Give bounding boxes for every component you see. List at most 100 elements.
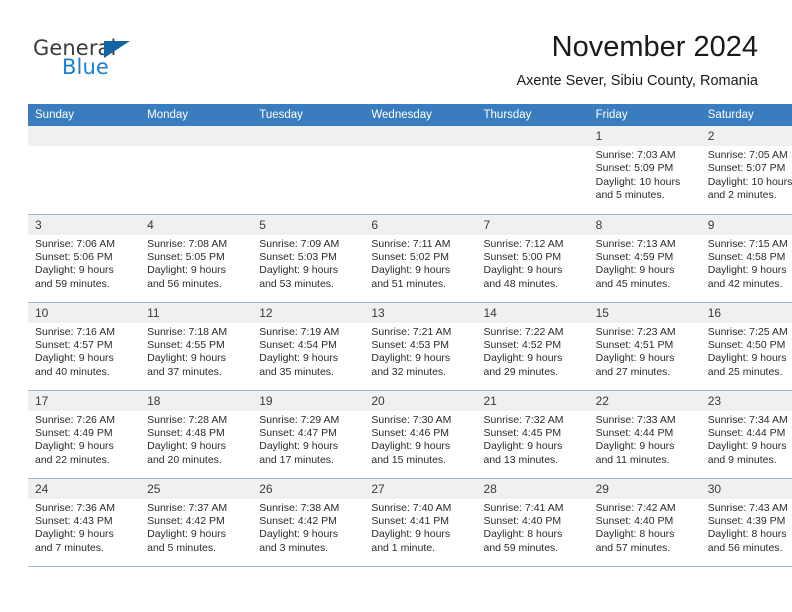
sun-details: Sunrise: 7:26 AM Sunset: 4:49 PM Daylight:… [28,411,140,468]
day-number: 14 [476,302,589,323]
day-number [140,126,253,146]
sunrise-text: Sunrise: 7:22 AM [483,325,564,338]
day-cell-inner: 10 Sunrise: 7:16 AM Sunset: 4:57 PM Dayligh… [28,302,141,390]
sunrise-text: Sunrise: 7:16 AM [35,325,115,338]
day-cell[interactable]: 1 Sunrise: 7:03 AM Sunset: 5:09 PM Daylight… [588,126,701,215]
day-cell[interactable]: 14 Sunrise: 7:22 AM Sunset: 4:52 PM Dayligh… [476,302,589,391]
sun-details: Sunrise: 7:38 AM Sunset: 4:42 PM Daylight:… [252,499,364,556]
daylight-text-line2: and 45 minutes. [595,277,671,290]
daylight-text-line1: Daylight: 9 hours [483,264,563,277]
day-number: 11 [140,302,253,323]
daylight-text-line2: and 20 minutes. [147,453,222,466]
calendar-week-row: 10 Sunrise: 7:16 AM Sunset: 4:57 PM Dayligh… [28,302,792,391]
logo-text-blue: Blue [62,55,109,79]
day-number [364,126,477,146]
day-cell[interactable]: 23 Sunrise: 7:34 AM Sunset: 4:44 PM Dayligh… [700,390,792,479]
day-cell[interactable]: 8 Sunrise: 7:13 AM Sunset: 4:59 PM Daylight… [588,214,701,303]
day-cell-inner: 2 Sunrise: 7:05 AM Sunset: 5:07 PM Daylight… [700,126,792,214]
day-cell[interactable]: 19 Sunrise: 7:29 AM Sunset: 4:47 PM Dayligh… [252,390,365,479]
daylight-text-line2: and 9 minutes. [707,453,777,466]
day-number: 25 [140,478,253,499]
day-cell[interactable]: 6 Sunrise: 7:11 AM Sunset: 5:02 PM Daylight… [364,214,477,303]
sun-details: Sunrise: 7:33 AM Sunset: 4:44 PM Daylight:… [589,411,701,468]
sun-details: Sunrise: 7:06 AM Sunset: 5:06 PM Daylight:… [28,235,140,292]
day-cell-inner: 12 Sunrise: 7:19 AM Sunset: 4:54 PM Dayligh… [252,302,365,390]
day-cell-inner: 21 Sunrise: 7:32 AM Sunset: 4:45 PM Dayligh… [476,390,589,478]
day-cell-inner: 5 Sunrise: 7:09 AM Sunset: 5:03 PM Daylight… [252,214,365,302]
weekday-header-wednesday: Wednesday [364,104,477,126]
weekday-header-sunday: Sunday [28,104,141,126]
sunset-text: Sunset: 5:02 PM [371,250,450,263]
day-cell[interactable]: 3 Sunrise: 7:06 AM Sunset: 5:06 PM Daylight… [28,214,141,303]
day-number: 22 [588,390,701,411]
daylight-text-line2: and 48 minutes. [483,277,559,290]
day-cell[interactable]: 2 Sunrise: 7:05 AM Sunset: 5:07 PM Daylight… [700,126,792,215]
day-cell[interactable]: 11 Sunrise: 7:18 AM Sunset: 4:55 PM Dayligh… [140,302,253,391]
day-cell[interactable]: 15 Sunrise: 7:23 AM Sunset: 4:51 PM Dayligh… [588,302,701,391]
day-cell[interactable]: 25 Sunrise: 7:37 AM Sunset: 4:42 PM Dayligh… [140,478,253,567]
day-cell[interactable]: 22 Sunrise: 7:33 AM Sunset: 4:44 PM Dayligh… [588,390,701,479]
day-cell[interactable]: 29 Sunrise: 7:42 AM Sunset: 4:40 PM Dayligh… [588,478,701,567]
sun-details: Sunrise: 7:22 AM Sunset: 4:52 PM Daylight:… [477,323,589,380]
daylight-text-line1: Daylight: 9 hours [259,352,339,365]
day-cell-inner: 17 Sunrise: 7:26 AM Sunset: 4:49 PM Dayligh… [28,390,141,478]
sun-details: Sunrise: 7:09 AM Sunset: 5:03 PM Daylight:… [252,235,364,292]
day-number: 26 [252,478,365,499]
day-number: 13 [364,302,477,323]
day-cell[interactable]: 20 Sunrise: 7:30 AM Sunset: 4:46 PM Dayligh… [364,390,477,479]
sunset-text: Sunset: 4:47 PM [259,426,337,439]
day-cell[interactable]: 27 Sunrise: 7:40 AM Sunset: 4:41 PM Dayligh… [364,478,477,567]
day-cell[interactable]: 4 Sunrise: 7:08 AM Sunset: 5:05 PM Daylight… [140,214,253,303]
daylight-text-line1: Daylight: 9 hours [35,352,114,365]
day-number [252,126,365,146]
day-cell-inner: 3 Sunrise: 7:06 AM Sunset: 5:06 PM Daylight… [28,214,141,302]
day-cell[interactable]: 10 Sunrise: 7:16 AM Sunset: 4:57 PM Dayligh… [28,302,141,391]
sunrise-text: Sunrise: 7:13 AM [595,237,676,250]
day-cell-inner: 11 Sunrise: 7:18 AM Sunset: 4:55 PM Dayligh… [140,302,253,390]
sunset-text: Sunset: 4:40 PM [595,514,674,527]
weekday-header-thursday: Thursday [476,104,589,126]
day-cell[interactable]: 17 Sunrise: 7:26 AM Sunset: 4:49 PM Dayligh… [28,390,141,479]
daylight-text-line2: and 11 minutes. [595,453,670,466]
day-cell[interactable]: 24 Sunrise: 7:36 AM Sunset: 4:43 PM Dayligh… [28,478,141,567]
day-cell[interactable]: 7 Sunrise: 7:12 AM Sunset: 5:00 PM Daylight… [476,214,589,303]
sunrise-text: Sunrise: 7:33 AM [595,413,676,426]
sunrise-text: Sunrise: 7:29 AM [259,413,340,426]
day-cell[interactable]: 16 Sunrise: 7:25 AM Sunset: 4:50 PM Dayligh… [700,302,792,391]
sunset-text: Sunset: 5:03 PM [259,250,337,263]
daylight-text-line1: Daylight: 8 hours [483,528,563,541]
calendar-body: 1 Sunrise: 7:03 AM Sunset: 5:09 PM Daylight… [28,126,792,567]
sun-details: Sunrise: 7:43 AM Sunset: 4:39 PM Daylight:… [701,499,792,556]
daylight-text-line2: and 3 minutes. [259,541,329,554]
daylight-text-line2: and 5 minutes. [595,189,665,202]
day-number: 6 [364,214,477,235]
day-cell[interactable]: 13 Sunrise: 7:21 AM Sunset: 4:53 PM Dayligh… [364,302,477,391]
day-cell[interactable]: 12 Sunrise: 7:19 AM Sunset: 4:54 PM Dayligh… [252,302,365,391]
daylight-text-line2: and 59 minutes. [35,277,110,290]
day-cell[interactable]: 30 Sunrise: 7:43 AM Sunset: 4:39 PM Dayligh… [700,478,792,567]
daylight-text-line2: and 56 minutes. [707,541,783,554]
day-number: 5 [252,214,365,235]
sunrise-text: Sunrise: 7:23 AM [595,325,676,338]
day-cell-inner: 28 Sunrise: 7:41 AM Sunset: 4:40 PM Dayligh… [476,478,589,566]
sunset-text: Sunset: 4:46 PM [371,426,450,439]
general-blue-logo[interactable]: General Blue [33,36,213,86]
sun-details: Sunrise: 7:05 AM Sunset: 5:07 PM Daylight:… [701,146,792,203]
sunset-text: Sunset: 4:59 PM [595,250,674,263]
sunrise-text: Sunrise: 7:09 AM [259,237,340,250]
sunset-text: Sunset: 4:53 PM [371,338,450,351]
day-cell[interactable]: 26 Sunrise: 7:38 AM Sunset: 4:42 PM Dayligh… [252,478,365,567]
page-subtitle: Axente Sever, Sibiu County, Romania [516,73,758,89]
day-cell-inner [28,126,141,214]
day-cell[interactable]: 9 Sunrise: 7:15 AM Sunset: 4:58 PM Daylight… [700,214,792,303]
sunrise-text: Sunrise: 7:18 AM [147,325,228,338]
day-cell[interactable]: 18 Sunrise: 7:28 AM Sunset: 4:48 PM Dayligh… [140,390,253,479]
sun-details: Sunrise: 7:40 AM Sunset: 4:41 PM Daylight:… [364,499,476,556]
day-cell-inner: 20 Sunrise: 7:30 AM Sunset: 4:46 PM Dayligh… [364,390,477,478]
daylight-text-line1: Daylight: 9 hours [259,528,339,541]
day-cell-inner: 4 Sunrise: 7:08 AM Sunset: 5:05 PM Daylight… [140,214,253,302]
daylight-text-line1: Daylight: 10 hours [707,175,792,188]
day-cell[interactable]: 21 Sunrise: 7:32 AM Sunset: 4:45 PM Dayligh… [476,390,589,479]
day-cell[interactable]: 28 Sunrise: 7:41 AM Sunset: 4:40 PM Dayligh… [476,478,589,567]
day-cell[interactable]: 5 Sunrise: 7:09 AM Sunset: 5:03 PM Daylight… [252,214,365,303]
